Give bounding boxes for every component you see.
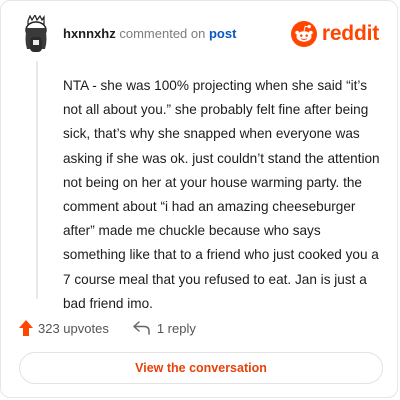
reply-button[interactable]: 1 reply	[133, 321, 196, 336]
thread-line	[36, 61, 38, 299]
reply-arrow-icon	[133, 321, 150, 335]
action-text: commented on	[119, 26, 206, 41]
reply-count: 1 reply	[156, 320, 196, 336]
upvote-arrow-icon	[19, 320, 33, 336]
comment-card: hxnnxhz commented on post reddit NTA - s…	[0, 0, 398, 398]
post-link[interactable]: post	[209, 26, 236, 41]
comment-actions: 323 upvotes 1 reply	[19, 317, 196, 339]
username[interactable]: hxnnxhz	[63, 26, 116, 41]
view-conversation-button[interactable]: View the conversation	[19, 352, 383, 384]
upvote-count: 323 upvotes	[38, 320, 109, 336]
snoo-avatar-icon	[25, 13, 47, 52]
reddit-brand[interactable]: reddit	[290, 21, 379, 47]
comment-meta: hxnnxhz commented on post	[63, 26, 236, 42]
reddit-logo-icon	[290, 21, 317, 47]
avatar[interactable]	[19, 13, 53, 55]
upvote-button[interactable]: 323 upvotes	[19, 320, 109, 336]
reddit-wordmark: reddit	[321, 22, 379, 45]
comment-body: NTA - she was 100% projecting when she s…	[63, 78, 380, 311]
comment-header: hxnnxhz commented on post reddit	[19, 13, 379, 55]
